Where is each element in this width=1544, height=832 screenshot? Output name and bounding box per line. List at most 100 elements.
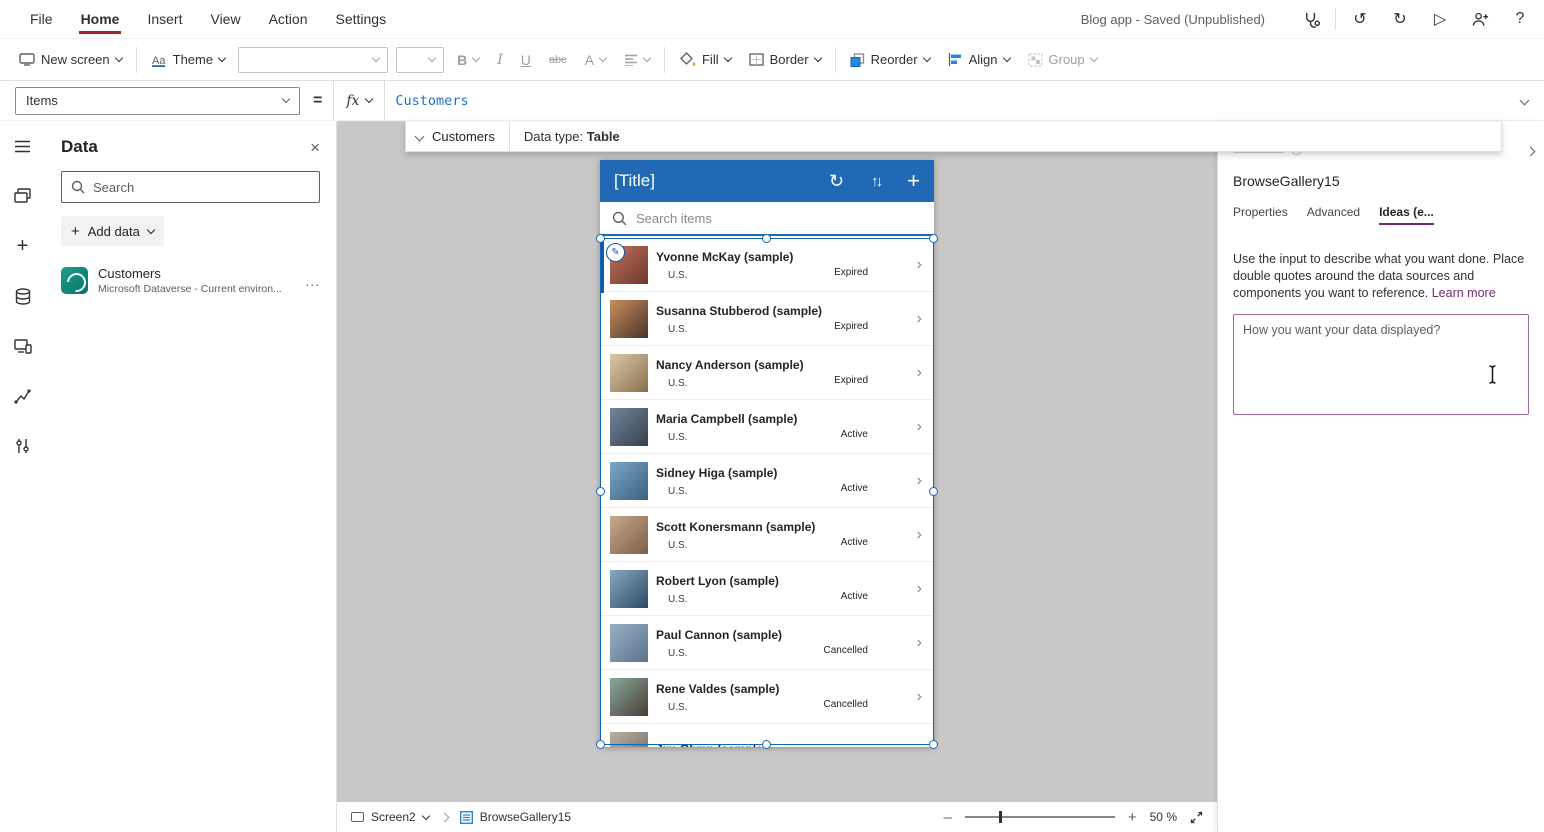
resize-handle-top-left[interactable] [596,234,605,243]
app-search-bar[interactable]: Search items [600,202,934,236]
fit-to-window-icon[interactable] [1190,811,1203,824]
data-search-input[interactable] [93,180,310,195]
formula-input[interactable]: Customers [385,81,1504,120]
tree-view-icon[interactable] [0,171,45,221]
gallery-item-subtitle: U.S. [668,324,822,335]
resize-handle-middle-right[interactable] [929,487,938,496]
gallery-item-row[interactable]: Rene Valdes (sample) U.S. Cancelled › [600,670,934,724]
chevron-right-icon[interactable]: › [917,580,922,598]
menu-item[interactable]: Home [67,0,134,38]
property-select[interactable]: Items [15,87,300,115]
resize-handle-middle-left[interactable] [596,487,605,496]
font-color-button[interactable]: A [576,44,615,76]
theme-button[interactable]: Aa Theme [142,44,234,76]
collapse-panel-button[interactable] [1527,142,1534,160]
gallery-item-subtitle: U.S. [668,702,779,713]
menu-item[interactable]: Insert [133,0,196,38]
intellisense-popup[interactable]: Customers Data type: Table [405,121,1502,152]
reorder-button[interactable]: Reorder [841,44,939,76]
bold-button[interactable]: B [448,44,488,76]
gallery-item-row[interactable]: Sidney Higa (sample) U.S. Active › [600,454,934,508]
zoom-in-icon[interactable]: + [1128,809,1137,826]
app-header[interactable]: [Title] ↻ ↑↓ + [600,160,934,202]
more-options-icon[interactable]: ... [305,273,320,289]
group-button[interactable]: Group [1019,44,1106,76]
menu-item[interactable]: File [16,0,67,38]
chevron-right-icon[interactable]: › [917,634,922,652]
zoom-out-icon[interactable]: – [944,809,952,826]
sort-icon[interactable]: ↑↓ [871,174,880,189]
gallery-item-row[interactable]: Susanna Stubberod (sample) U.S. Expired … [600,292,934,346]
intellisense-datatype: Data type: Table [524,129,620,144]
zoom-slider[interactable] [965,816,1115,818]
zoom-slider-thumb[interactable] [999,811,1002,823]
underline-button[interactable]: U [512,44,540,76]
menu-items: FileHomeInsertViewActionSettings [16,0,400,38]
chevron-right-icon[interactable]: › [917,472,922,490]
learn-more-link[interactable]: Learn more [1432,286,1496,300]
data-source-row[interactable]: Customers Microsoft Dataverse - Current … [61,266,320,295]
close-icon[interactable]: × [310,139,320,156]
menu-item[interactable]: Settings [322,0,401,38]
chevron-right-icon[interactable]: › [917,256,922,274]
font-family-select[interactable] [238,47,388,73]
menu-item[interactable]: Action [255,0,322,38]
hamburger-menu-icon[interactable] [0,121,45,171]
selected-control-name: BrowseGallery15 [1233,173,1529,189]
redo-icon[interactable]: ↻ [1380,0,1420,38]
strikethrough-button[interactable]: abc [540,44,576,76]
italic-button[interactable]: I [488,44,512,76]
right-panel-tab[interactable]: Ideas (e... [1379,205,1434,225]
gallery-item-subtitle: U.S. [668,378,804,389]
gallery-item-row[interactable]: Robert Lyon (sample) U.S. Active › [600,562,934,616]
help-icon[interactable]: ? [1500,0,1540,38]
new-screen-button[interactable]: New screen [10,44,131,76]
resize-handle-top-middle[interactable] [762,234,771,243]
add-data-button[interactable]: + Add data [61,216,164,246]
right-panel-tab[interactable]: Advanced [1307,205,1360,225]
ideas-input[interactable] [1233,314,1529,415]
border-button[interactable]: Border [740,44,830,76]
resize-handle-bottom-right[interactable] [929,740,938,749]
media-icon[interactable] [0,321,45,371]
chevron-right-icon[interactable]: › [917,742,922,748]
phone-screen-preview[interactable]: [Title] ↻ ↑↓ + Search items Yvonne McKay… [600,160,934,747]
gallery-item-row[interactable]: Yvonne McKay (sample) U.S. Expired › [600,238,934,292]
app-checker-icon[interactable] [1291,0,1331,38]
refresh-icon[interactable]: ↻ [829,172,844,190]
share-icon[interactable] [1460,0,1500,38]
chevron-right-icon[interactable]: › [917,688,922,706]
screen-selector[interactable]: Screen2 [351,810,429,824]
control-breadcrumb[interactable]: BrowseGallery15 [460,810,571,824]
controls-settings-icon[interactable] [0,421,45,471]
app-title-label[interactable]: [Title] [614,171,655,191]
chevron-right-icon[interactable]: › [917,526,922,544]
fill-button[interactable]: Fill [670,44,740,76]
align-button[interactable]: Align [939,44,1019,76]
undo-icon[interactable]: ↺ [1340,0,1380,38]
gallery-item-row[interactable]: Scott Konersmann (sample) U.S. Active › [600,508,934,562]
font-size-select[interactable] [396,47,444,73]
edit-item-pencil-icon[interactable]: ✎ [606,243,625,262]
resize-handle-top-right[interactable] [929,234,938,243]
right-panel-tab[interactable]: Properties [1233,205,1288,225]
chevron-right-icon[interactable]: › [917,364,922,382]
resize-handle-bottom-left[interactable] [596,740,605,749]
gallery-item-row[interactable]: Paul Cannon (sample) U.S. Cancelled › [600,616,934,670]
data-icon[interactable] [0,271,45,321]
gallery-item-row[interactable]: Nancy Anderson (sample) U.S. Expired › [600,346,934,400]
design-canvas[interactable]: [Title] ↻ ↑↓ + Search items Yvonne McKay… [337,121,1217,832]
chevron-right-icon[interactable]: › [917,418,922,436]
gallery-item-row[interactable]: Maria Campbell (sample) U.S. Active › [600,400,934,454]
formula-bar-expand-button[interactable] [1504,81,1544,120]
fx-dropdown[interactable]: fx [333,81,385,120]
add-item-icon[interactable]: + [907,170,920,192]
resize-handle-bottom-middle[interactable] [762,740,771,749]
chevron-down-icon [813,54,821,62]
text-align-button[interactable] [615,44,659,76]
menu-item[interactable]: View [196,0,254,38]
advanced-tools-icon[interactable] [0,371,45,421]
insert-icon[interactable]: + [0,221,45,271]
chevron-right-icon[interactable]: › [917,310,922,328]
preview-play-icon[interactable]: ▷ [1420,0,1460,38]
